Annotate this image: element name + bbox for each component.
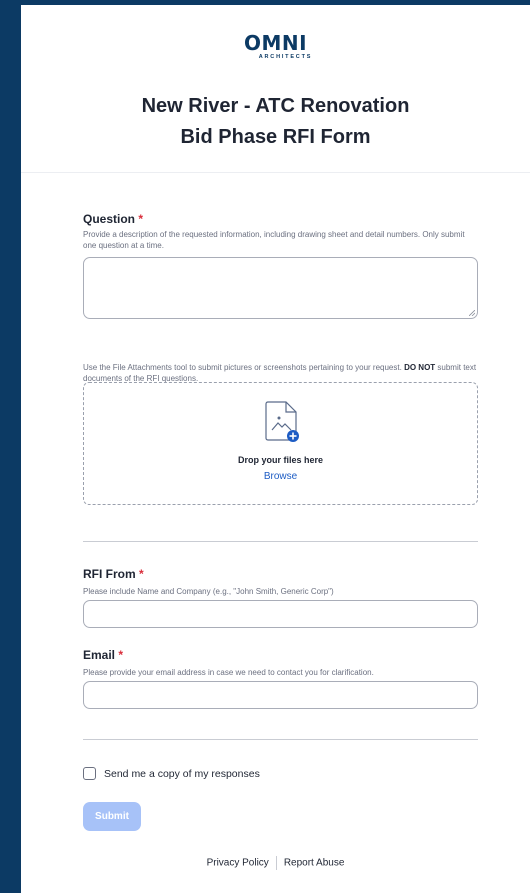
form-title-line-2: Bid Phase RFI Form <box>180 126 371 148</box>
question-label-text: Question <box>83 212 136 226</box>
required-asterisk: * <box>139 567 144 581</box>
send-copy-label[interactable]: Send me a copy of my responses <box>104 768 260 780</box>
question-label: Question * <box>83 212 143 226</box>
drop-files-text: Drop your files here <box>237 455 324 465</box>
privacy-policy-link[interactable]: Privacy Policy <box>207 858 269 869</box>
footer-separator <box>275 856 277 870</box>
image-file-add-icon <box>265 401 299 442</box>
section-divider <box>83 541 478 542</box>
section-divider <box>83 739 478 740</box>
attachments-help-text: Use the File Attachments tool to submit … <box>83 363 402 372</box>
required-asterisk: * <box>138 212 144 226</box>
logo-sub-text: ARCHITECTS <box>258 54 313 60</box>
browse-link[interactable]: Browse <box>84 471 477 482</box>
omni-architects-logo: OMNI ARCHITECTS <box>21 33 530 60</box>
attachments-help: Use the File Attachments tool to submit … <box>83 362 478 384</box>
form-title: New River - ATC Renovation Bid Phase RFI… <box>21 91 530 153</box>
resize-handle-icon[interactable] <box>469 310 475 316</box>
email-input[interactable] <box>83 681 478 709</box>
send-copy-checkbox[interactable] <box>83 767 96 780</box>
question-help: Provide a description of the requested i… <box>83 230 465 250</box>
form-footer: Privacy Policy Report Abuse <box>21 856 530 870</box>
form-title-line-1: New River - ATC Renovation <box>141 95 410 117</box>
required-asterisk: * <box>118 648 124 662</box>
submit-button[interactable]: Submit <box>83 802 141 831</box>
attachments-help-bold: DO NOT <box>404 363 436 372</box>
email-help: Please provide your email address in cas… <box>83 668 374 677</box>
file-dropzone[interactable]: Drop your files here Browse <box>83 382 478 505</box>
rfi-from-label-text: RFI From <box>83 567 136 581</box>
logo-main-text: OMNI <box>243 31 308 55</box>
rfi-from-help: Please include Name and Company (e.g., "… <box>83 587 334 596</box>
email-label-text: Email <box>83 648 116 662</box>
email-label: Email * <box>83 648 123 662</box>
form-card: OMNI ARCHITECTS New River - ATC Renovati… <box>21 5 530 893</box>
form-header: OMNI ARCHITECTS New River - ATC Renovati… <box>21 5 530 173</box>
report-abuse-link[interactable]: Report Abuse <box>284 858 345 869</box>
rfi-from-input[interactable] <box>83 600 478 628</box>
rfi-from-label: RFI From * <box>83 567 144 581</box>
question-textarea[interactable] <box>83 257 478 319</box>
